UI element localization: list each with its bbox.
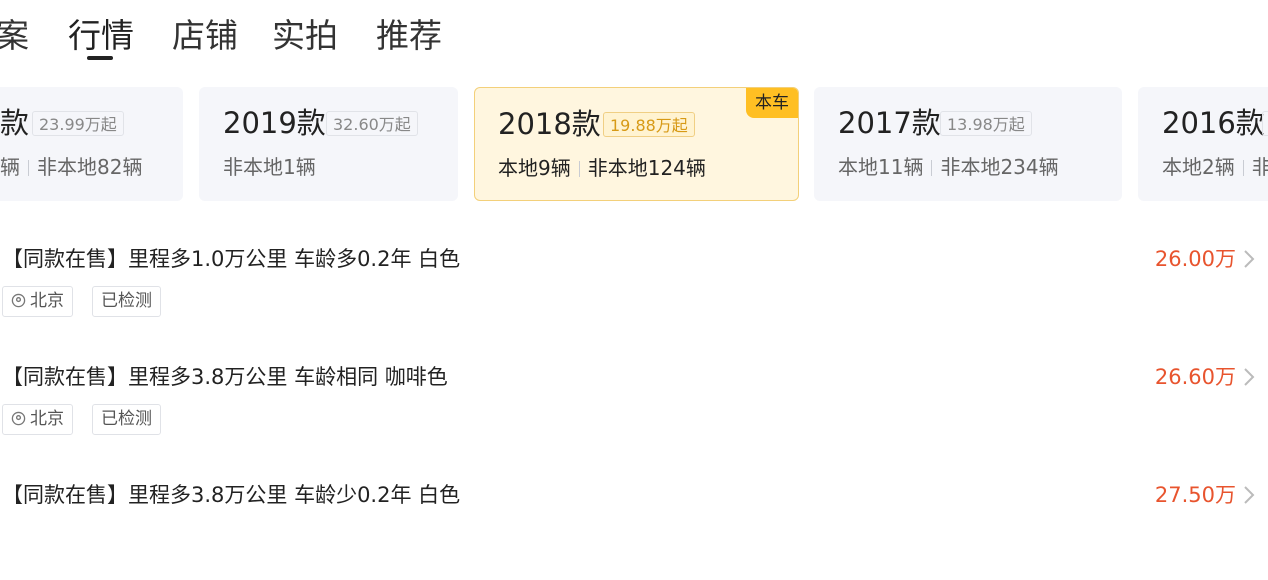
current-car-badge: 本车 [746, 88, 798, 118]
location-tag: 北京 [2, 286, 73, 317]
stock-divider [931, 160, 933, 176]
year-label: 2019款 [223, 106, 326, 140]
year-card-partial-left[interactable]: 款 23.99万起 辆非本地82辆 [0, 87, 183, 201]
model-year-carousel[interactable]: 款 23.99万起 辆非本地82辆 2019款 32.60万起 非本地1辆 20… [0, 86, 1268, 204]
start-price-badge: 32.60万起 [326, 111, 418, 136]
year-card-2017[interactable]: 2017款 13.98万起 本地11辆 非本地234辆 [814, 87, 1122, 201]
nonlocal-stock: 非 [1251, 155, 1268, 179]
listing-title: 【同款在售】里程多3.8万公里 车龄少0.2年 白色 [2, 483, 461, 507]
nonlocal-stock: 非本地124辆 [587, 156, 706, 180]
listing-price: 27.50万 [1154, 483, 1236, 507]
local-stock: 辆 [0, 155, 20, 179]
location-tag: 北京 [2, 404, 73, 435]
local-stock: 本地2辆 [1162, 155, 1235, 179]
year-card-2018[interactable]: 2018款 19.88万起 本地9辆 非本地124辆 本车 [474, 87, 799, 201]
location-pin-icon [11, 411, 26, 426]
tab-stores[interactable]: 店铺 [172, 14, 238, 58]
location-pin-icon [11, 293, 26, 308]
stock-divider [28, 160, 29, 176]
active-tab-indicator [87, 56, 113, 60]
tab-recommend[interactable]: 推荐 [376, 14, 442, 58]
year-card-2016-partial[interactable]: 2016款 本地2辆非 [1138, 87, 1268, 201]
nonlocal-stock: 非本地1辆 [223, 155, 316, 179]
tab-archive[interactable]: 案 [0, 14, 29, 58]
tab-photos[interactable]: 实拍 [272, 14, 338, 58]
start-price-badge [1262, 111, 1268, 136]
stock-counts: 本地11辆 非本地234辆 [838, 153, 1059, 181]
listing-title: 【同款在售】里程多1.0万公里 车龄多0.2年 白色 [2, 247, 461, 271]
year-card-2019[interactable]: 2019款 32.60万起 非本地1辆 [199, 87, 458, 201]
listing-price: 26.60万 [1154, 365, 1236, 389]
local-stock: 本地9辆 [498, 156, 571, 180]
year-label: 款 [0, 106, 30, 140]
chevron-right-icon [1244, 368, 1255, 386]
local-stock: 本地11辆 [838, 155, 924, 179]
listing-row[interactable]: 【同款在售】里程多3.8万公里 车龄少0.2年 白色 27.50万 [0, 480, 1268, 580]
year-label: 2017款 [838, 106, 941, 140]
listing-row[interactable]: 【同款在售】里程多3.8万公里 车龄相同 咖啡色 26.60万 北京 已检测 [0, 362, 1268, 462]
tab-bar: 案 行情 店铺 实拍 推荐 [0, 0, 1268, 72]
year-label: 2016款 [1162, 106, 1265, 140]
stock-divider [578, 161, 580, 177]
start-price-badge: 13.98万起 [940, 111, 1032, 136]
chevron-right-icon [1244, 486, 1255, 504]
listing-row[interactable]: 【同款在售】里程多1.0万公里 车龄多0.2年 白色 26.00万 北京 已检测 [0, 244, 1268, 344]
nonlocal-stock: 非本地234辆 [940, 155, 1059, 179]
stock-counts: 辆非本地82辆 [0, 153, 142, 181]
location-text: 北京 [30, 291, 64, 311]
stock-divider [1242, 160, 1244, 176]
start-price-badge: 23.99万起 [32, 111, 124, 136]
inspected-tag: 已检测 [92, 286, 161, 317]
stock-counts: 本地9辆 非本地124辆 [498, 154, 706, 182]
chevron-right-icon [1244, 250, 1255, 268]
location-text: 北京 [30, 409, 64, 429]
listing-price: 26.00万 [1154, 247, 1236, 271]
year-label: 2018款 [498, 107, 601, 141]
tab-market[interactable]: 行情 [68, 14, 134, 58]
start-price-badge: 19.88万起 [603, 112, 695, 137]
stock-counts: 本地2辆非 [1162, 153, 1268, 181]
listing-title: 【同款在售】里程多3.8万公里 车龄相同 咖啡色 [2, 365, 448, 389]
inspected-tag: 已检测 [92, 404, 161, 435]
nonlocal-stock: 非本地82辆 [37, 155, 143, 179]
